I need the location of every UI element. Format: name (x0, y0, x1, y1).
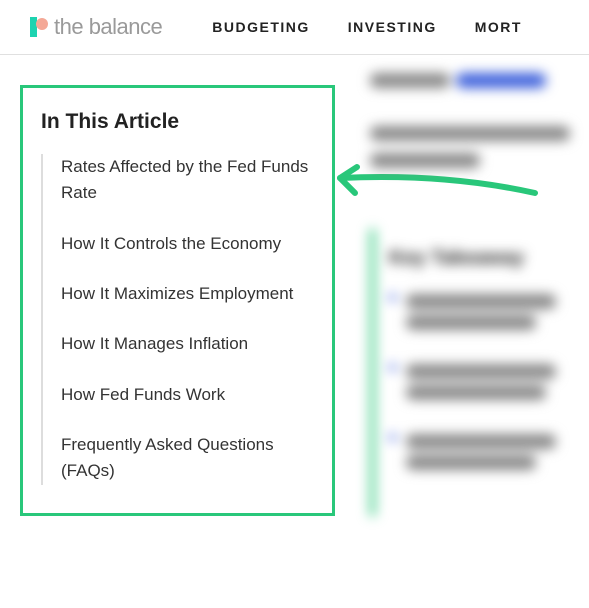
nav-investing[interactable]: INVESTING (348, 19, 437, 35)
nav-budgeting[interactable]: BUDGETING (212, 19, 310, 35)
nav-mortgages[interactable]: MORT (475, 19, 522, 35)
toc-heading: In This Article (41, 110, 314, 134)
site-header: the balance BUDGETING INVESTING MORT (0, 0, 589, 55)
toc-link-rates[interactable]: Rates Affected by the Fed Funds Rate (61, 154, 314, 207)
brand-name: the balance (54, 14, 162, 40)
article-body-blurred: Key Takeaway (370, 55, 589, 516)
key-takeaways-title: Key Takeaway (389, 247, 589, 270)
brand-logo[interactable]: the balance (30, 14, 162, 40)
top-nav: BUDGETING INVESTING MORT (212, 19, 522, 35)
toc-link-maximizes-employment[interactable]: How It Maximizes Employment (61, 281, 314, 307)
toc-link-faqs[interactable]: Frequently Asked Questions (FAQs) (61, 432, 314, 485)
toc-link-controls-economy[interactable]: How It Controls the Economy (61, 231, 314, 257)
toc-list: Rates Affected by the Fed Funds Rate How… (41, 154, 314, 485)
key-takeaways-box: Key Takeaway (370, 229, 589, 516)
toc-link-fed-funds-work[interactable]: How Fed Funds Work (61, 382, 314, 408)
main-content: In This Article Rates Affected by the Fe… (0, 55, 589, 516)
toc-link-manages-inflation[interactable]: How It Manages Inflation (61, 331, 314, 357)
table-of-contents: In This Article Rates Affected by the Fe… (20, 85, 335, 516)
balance-logo-icon (30, 14, 48, 40)
